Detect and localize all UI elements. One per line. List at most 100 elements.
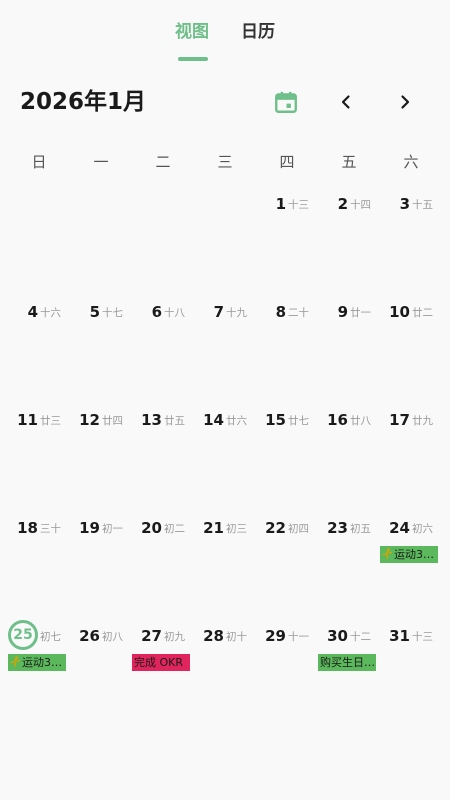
lunar-date: 初十 — [226, 631, 247, 643]
event-chip[interactable]: 购买生日… — [318, 654, 376, 671]
chevron-left-icon[interactable] — [332, 88, 360, 116]
chevron-right-icon[interactable] — [391, 88, 419, 116]
day-number: 28 — [203, 627, 224, 645]
day-cell[interactable]: 29 十一 — [256, 620, 318, 728]
day-cell[interactable]: 8 二十 — [256, 296, 318, 404]
day-cell[interactable]: 28 初十 — [194, 620, 256, 728]
day-cell[interactable]: 19 初一 — [70, 512, 132, 620]
day-number: 11 — [17, 411, 38, 429]
day-number: 3 — [399, 195, 410, 213]
day-number: 12 — [79, 411, 100, 429]
day-cell[interactable]: 3 十五 — [380, 188, 442, 296]
day-number: 2 — [337, 195, 348, 213]
day-cell[interactable]: 25 初七运动3… — [8, 620, 70, 728]
lunar-date: 初七 — [40, 631, 61, 643]
day-cell[interactable]: 13 廿五 — [132, 404, 194, 512]
week-row: 4 十六 5 十七 6 十八 7 十九 8 二十 9 廿一 10 廿二 — [8, 296, 442, 404]
day-cell[interactable]: 4 十六 — [8, 296, 70, 404]
day-number: 15 — [265, 411, 286, 429]
lunar-date: 十三 — [288, 199, 309, 211]
lunar-date: 十三 — [412, 631, 433, 643]
event-title: 购买生日… — [320, 656, 375, 669]
day-cell[interactable]: 22 初四 — [256, 512, 318, 620]
lunar-date: 廿二 — [412, 307, 433, 319]
day-cell[interactable]: 10 廿二 — [380, 296, 442, 404]
day-number: 6 — [151, 303, 162, 321]
day-number: 22 — [265, 519, 286, 537]
lunar-date: 廿三 — [40, 415, 61, 427]
lunar-date: 十四 — [350, 199, 371, 211]
day-number: 7 — [213, 303, 224, 321]
lunar-date: 廿一 — [350, 307, 371, 319]
lunar-date: 十七 — [102, 307, 123, 319]
week-row: 18 三十 19 初一 20 初二 21 初三 22 初四 23 初五 24 初六 运动3… — [8, 512, 442, 620]
day-cell[interactable]: 7 十九 — [194, 296, 256, 404]
day-number: 19 — [79, 519, 100, 537]
day-cell[interactable]: 27 初九 完成 OKR — [132, 620, 194, 728]
day-cell[interactable]: 6 十八 — [132, 296, 194, 404]
day-cell[interactable]: 31 十三 — [380, 620, 442, 728]
day-number: 13 — [141, 411, 162, 429]
lunar-date: 廿六 — [226, 415, 247, 427]
day-cell[interactable]: 9 廿一 — [318, 296, 380, 404]
tab-view[interactable]: 视图 — [175, 20, 209, 44]
lunar-date: 廿七 — [288, 415, 309, 427]
day-cell[interactable]: 14 廿六 — [194, 404, 256, 512]
tab-calendar[interactable]: 日历 — [241, 20, 275, 44]
event-title: 运动3… — [22, 656, 62, 669]
event-chip[interactable]: 运动3… — [8, 654, 66, 671]
lunar-date: 初六 — [412, 523, 433, 535]
lunar-date: 廿四 — [102, 415, 123, 427]
lunar-date: 廿八 — [350, 415, 371, 427]
weekday-label: 四 — [279, 153, 295, 171]
day-cell[interactable]: 16 廿八 — [318, 404, 380, 512]
day-cell[interactable]: 17 廿九 — [380, 404, 442, 512]
day-cell[interactable]: 21 初三 — [194, 512, 256, 620]
lunar-date: 初五 — [350, 523, 371, 535]
weekday-label: 二 — [155, 153, 171, 171]
day-cell[interactable]: 30 十二 购买生日… — [318, 620, 380, 728]
day-cell[interactable]: 20 初二 — [132, 512, 194, 620]
day-cell[interactable]: 23 初五 — [318, 512, 380, 620]
day-cell[interactable]: 5 十七 — [70, 296, 132, 404]
day-number: 17 — [389, 411, 410, 429]
event-chip[interactable]: 运动3… — [380, 546, 438, 563]
weekday-label: 五 — [341, 153, 357, 171]
lunar-date: 初八 — [102, 631, 123, 643]
lunar-date: 二十 — [288, 307, 309, 319]
week-row: 1 十三 2 十四 3 十五 — [8, 188, 442, 296]
lunar-date: 初三 — [226, 523, 247, 535]
calendar-icon[interactable] — [270, 86, 302, 118]
day-cell[interactable]: 18 三十 — [8, 512, 70, 620]
empty-day-cell — [132, 188, 194, 296]
today-day-number: 25 — [8, 620, 38, 650]
day-cell[interactable]: 11 廿三 — [8, 404, 70, 512]
lunar-date: 十九 — [226, 307, 247, 319]
day-cell[interactable]: 26 初八 — [70, 620, 132, 728]
lunar-date: 初四 — [288, 523, 309, 535]
day-number: 29 — [265, 627, 286, 645]
lunar-date: 初一 — [102, 523, 123, 535]
day-cell[interactable]: 1 十三 — [256, 188, 318, 296]
event-title: 运动3… — [394, 548, 434, 561]
day-cell[interactable]: 24 初六 运动3… — [380, 512, 442, 620]
weekday-label: 六 — [403, 153, 419, 171]
runner-icon — [382, 548, 392, 561]
empty-day-cell — [8, 188, 70, 296]
active-tab-indicator — [178, 57, 208, 61]
day-cell[interactable]: 15 廿七 — [256, 404, 318, 512]
empty-day-cell — [70, 188, 132, 296]
day-number: 9 — [337, 303, 348, 321]
day-number: 20 — [141, 519, 162, 537]
week-row: 25 初七 运动3… 26 初八 27 初九 完成 OKR 28 初十 29 十一 30 十二 购买生日… 3… — [8, 620, 442, 728]
lunar-date: 三十 — [40, 523, 61, 535]
runner-icon — [10, 656, 20, 669]
lunar-date: 十八 — [164, 307, 185, 319]
day-number: 27 — [141, 627, 162, 645]
event-title: 完成 OKR — [134, 656, 184, 669]
event-chip[interactable]: 完成 OKR — [132, 654, 190, 671]
day-cell[interactable]: 12 廿四 — [70, 404, 132, 512]
day-cell[interactable]: 2 十四 — [318, 188, 380, 296]
day-number: 8 — [275, 303, 286, 321]
month-grid: 1 十三 2 十四 3 十五 4 十六 5 十七 6 十八 7 十九 8 二十 9 廿一 10 廿二 11 廿三 12 廿四 1… — [8, 188, 442, 728]
